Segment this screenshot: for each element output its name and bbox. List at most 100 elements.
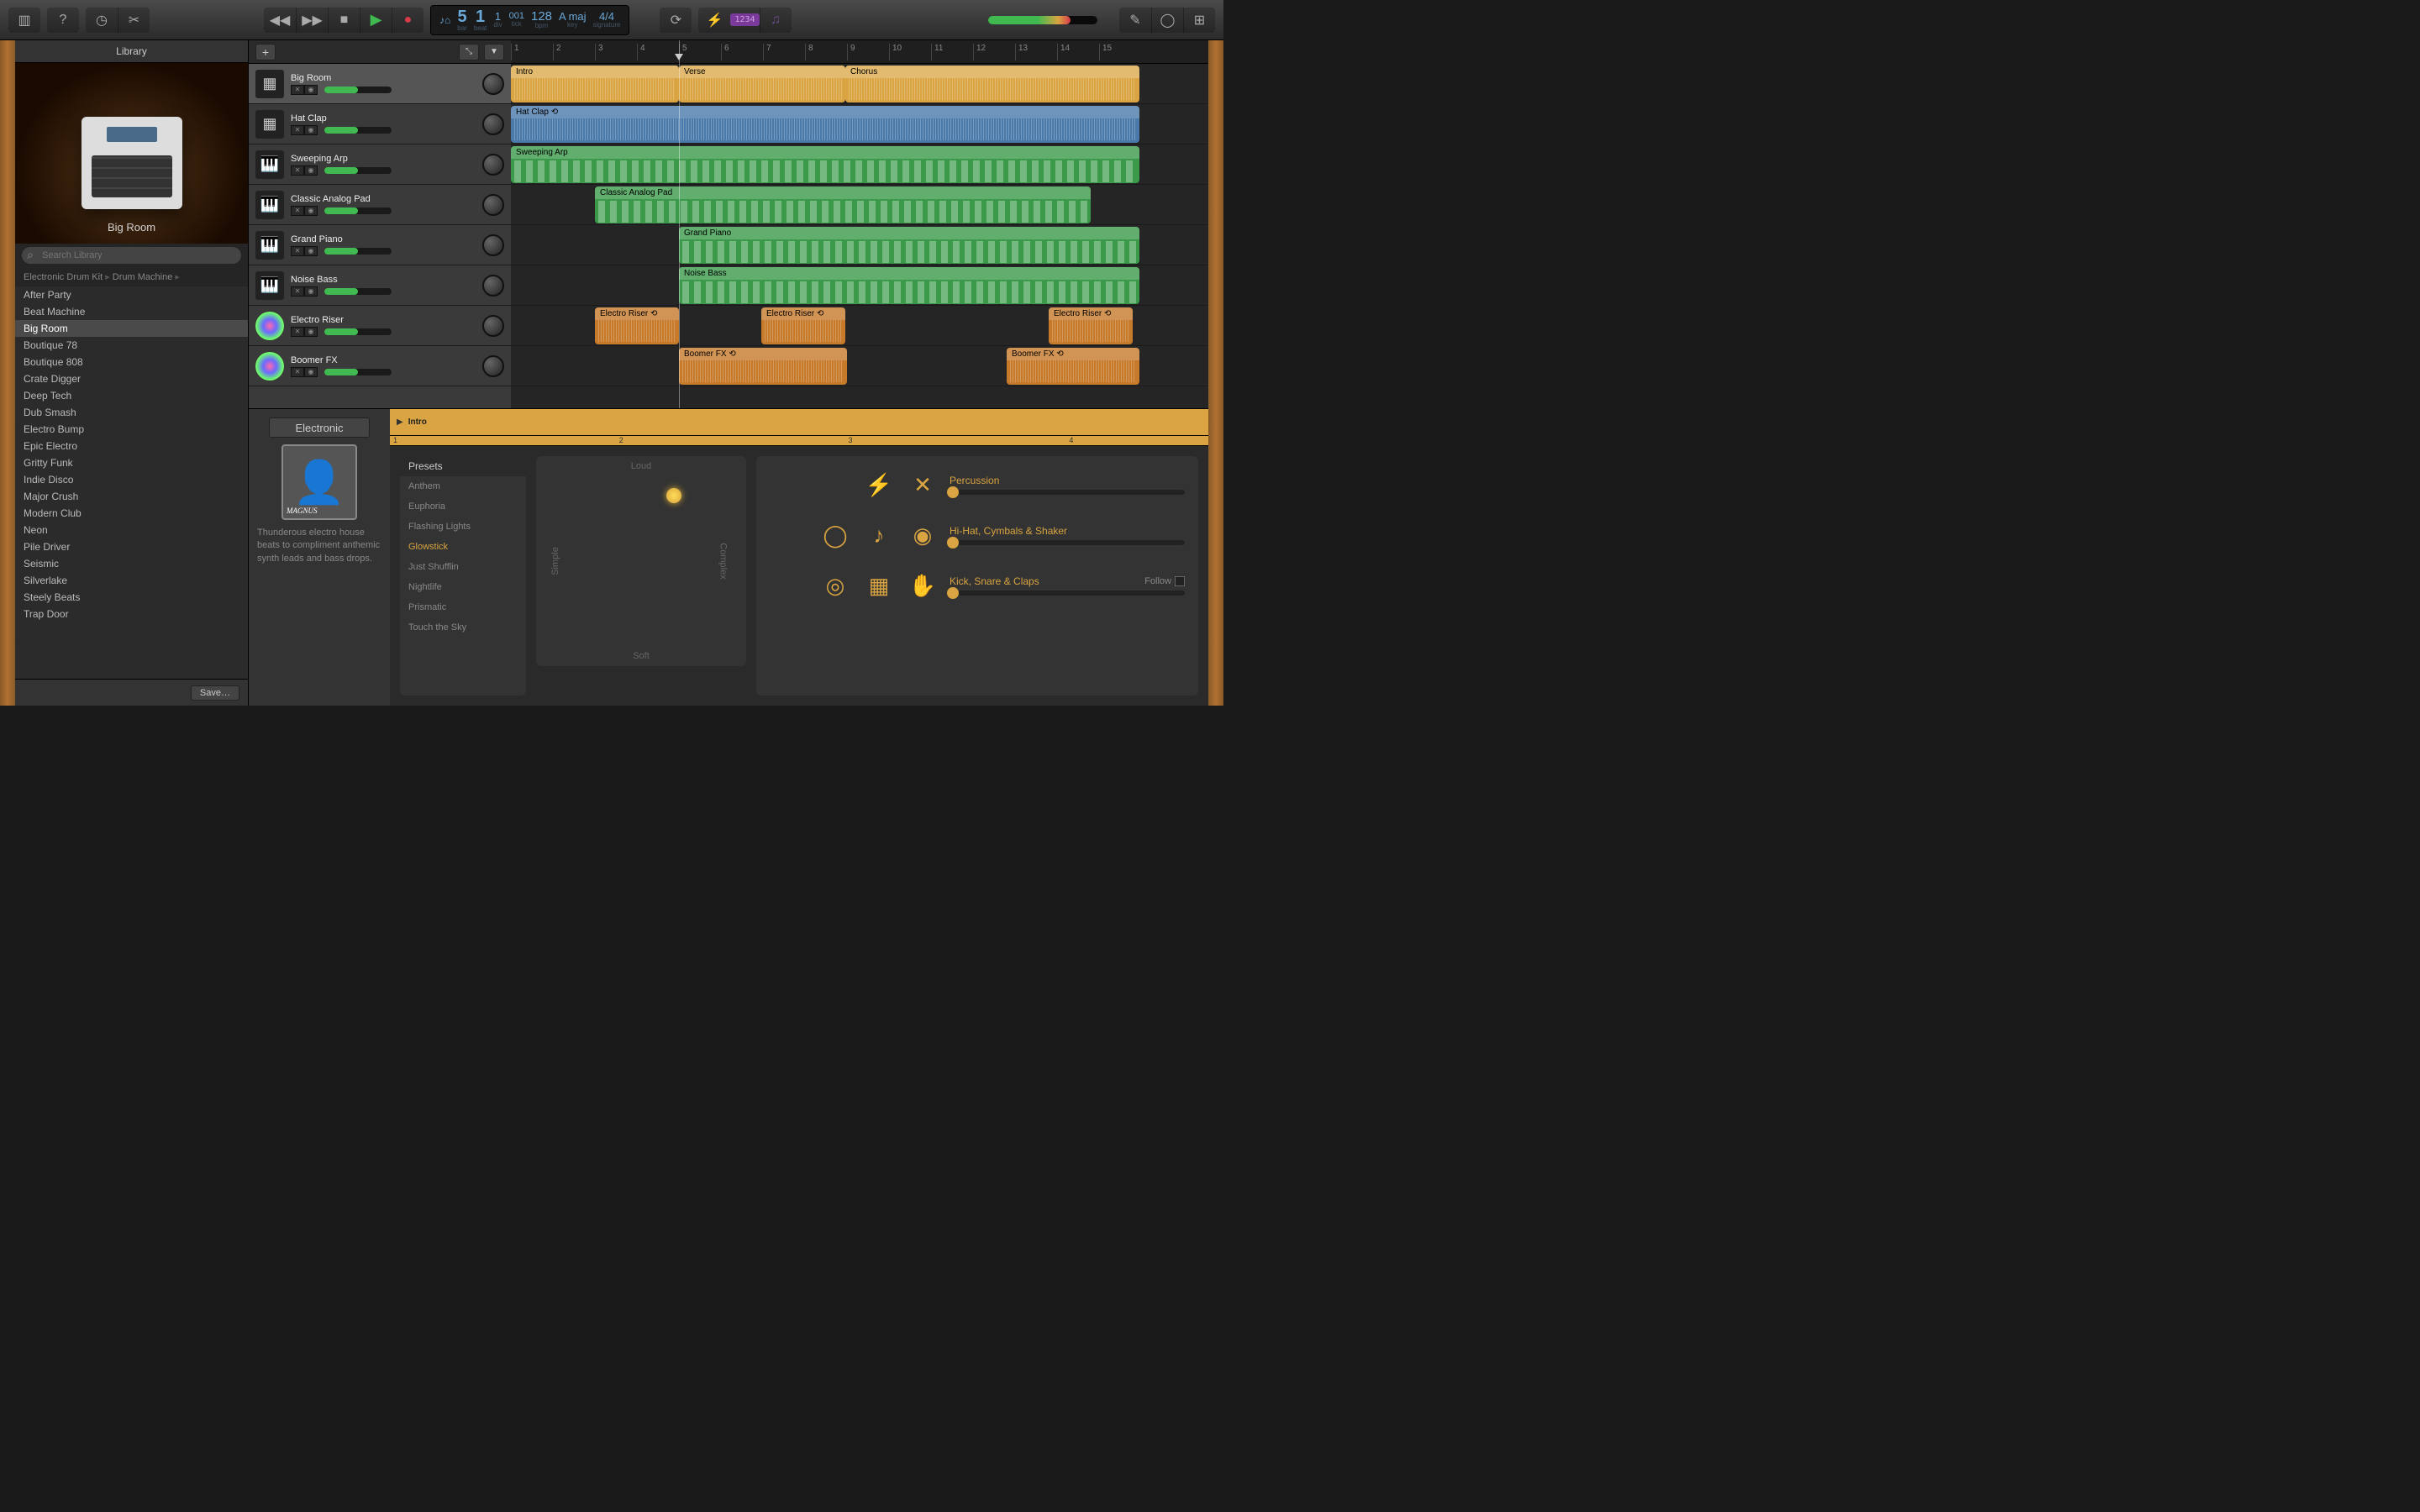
library-item[interactable]: Gritty Funk — [15, 454, 248, 471]
library-item[interactable]: Boutique 808 — [15, 354, 248, 370]
library-item[interactable]: Deep Tech — [15, 387, 248, 404]
mute-button[interactable]: ✕ — [291, 125, 304, 135]
cycle-icon[interactable]: ⟳ — [660, 8, 692, 33]
play-region-icon[interactable]: ▶ — [397, 417, 403, 427]
library-item[interactable]: Major Crush — [15, 488, 248, 505]
shaker-icon[interactable]: ♪ — [864, 520, 894, 550]
solo-button[interactable]: ◉ — [304, 367, 318, 377]
track-header[interactable]: 🎹Sweeping Arp✕◉ — [249, 144, 511, 185]
track-volume-slider[interactable] — [324, 87, 392, 93]
count-in-badge[interactable]: 1234 — [730, 13, 759, 26]
region[interactable]: Verse — [679, 66, 845, 102]
track-header[interactable]: 🎹Classic Analog Pad✕◉ — [249, 185, 511, 225]
mute-button[interactable]: ✕ — [291, 85, 304, 95]
region-row[interactable]: Electro Riser ⟲ Electro Riser ⟲ Electro Ri… — [511, 306, 1208, 346]
track-volume-slider[interactable] — [324, 369, 392, 375]
xy-handle[interactable] — [666, 488, 681, 503]
metronome2-icon[interactable]: ♫ — [760, 8, 792, 33]
region-row[interactable]: IntroVerseChorus — [511, 64, 1208, 104]
search-input[interactable] — [22, 247, 241, 264]
track-volume-slider[interactable] — [324, 288, 392, 295]
library-toggle-icon[interactable]: ▥ — [8, 8, 40, 33]
pan-knob[interactable] — [482, 154, 504, 176]
region-row[interactable]: Grand Piano — [511, 225, 1208, 265]
timeline-ruler[interactable]: 123456789101112131415 — [511, 40, 1208, 64]
master-volume[interactable] — [988, 16, 1097, 24]
region[interactable]: Noise Bass — [679, 267, 1139, 304]
preset-item[interactable]: Glowstick — [400, 537, 526, 557]
region[interactable]: Electro Riser ⟲ — [1049, 307, 1133, 344]
track-header[interactable]: ▦Big Room✕◉ — [249, 64, 511, 104]
stop-icon[interactable]: ■ — [328, 8, 360, 33]
library-item[interactable]: Trap Door — [15, 606, 248, 622]
solo-button[interactable]: ◉ — [304, 246, 318, 256]
library-item[interactable]: Dub Smash — [15, 404, 248, 421]
solo-button[interactable]: ◉ — [304, 327, 318, 337]
library-item[interactable]: Epic Electro — [15, 438, 248, 454]
track-volume-slider[interactable] — [324, 127, 392, 134]
rewind-icon[interactable]: ◀◀ — [264, 8, 296, 33]
mute-button[interactable]: ✕ — [291, 367, 304, 377]
snare-icon[interactable]: ▦ — [864, 570, 894, 601]
tambourine-icon[interactable]: ◯ — [820, 520, 850, 550]
tuner-icon[interactable]: ✂ — [118, 8, 150, 33]
region[interactable]: Boomer FX ⟲ — [679, 348, 847, 385]
region-row[interactable]: Sweeping Arp — [511, 144, 1208, 185]
library-item[interactable]: Electro Bump — [15, 421, 248, 438]
help-icon[interactable]: ? — [47, 8, 79, 33]
track-volume-slider[interactable] — [324, 167, 392, 174]
track-header[interactable]: ▦Hat Clap✕◉ — [249, 104, 511, 144]
preset-item[interactable]: Nightlife — [400, 577, 526, 597]
library-item[interactable]: Neon — [15, 522, 248, 538]
play-icon[interactable]: ▶ — [360, 8, 392, 33]
region[interactable]: Classic Analog Pad — [595, 186, 1091, 223]
solo-button[interactable]: ◉ — [304, 85, 318, 95]
mute-button[interactable]: ✕ — [291, 286, 304, 297]
region-row[interactable]: Boomer FX ⟲Boomer FX ⟲ — [511, 346, 1208, 386]
automation-icon[interactable]: ⤡ — [459, 44, 479, 60]
follow-toggle[interactable]: Follow — [1144, 576, 1185, 586]
preset-item[interactable]: Just Shufflin — [400, 557, 526, 577]
track-header[interactable]: 🎹Noise Bass✕◉ — [249, 265, 511, 306]
sticks-icon[interactable]: ✕ — [908, 470, 938, 500]
kit-complexity-slider[interactable] — [950, 591, 1185, 596]
library-item[interactable]: Modern Club — [15, 505, 248, 522]
region[interactable]: Hat Clap ⟲ — [511, 106, 1139, 143]
library-item[interactable]: After Party — [15, 286, 248, 303]
library-item[interactable]: Silverlake — [15, 572, 248, 589]
track-header[interactable]: Electro Riser✕◉ — [249, 306, 511, 346]
playhead[interactable] — [679, 40, 680, 408]
track-volume-slider[interactable] — [324, 328, 392, 335]
loop-browser-icon[interactable]: ◯ — [1151, 8, 1183, 33]
library-item[interactable]: Indie Disco — [15, 471, 248, 488]
filter-icon[interactable]: ▼ — [484, 44, 504, 60]
solo-button[interactable]: ◉ — [304, 286, 318, 297]
library-item[interactable]: Pile Driver — [15, 538, 248, 555]
preset-item[interactable]: Euphoria — [400, 496, 526, 517]
preset-item[interactable]: Prismatic — [400, 597, 526, 617]
solo-button[interactable]: ◉ — [304, 125, 318, 135]
solo-button[interactable]: ◉ — [304, 165, 318, 176]
library-item[interactable]: Crate Digger — [15, 370, 248, 387]
solo-button[interactable]: ◉ — [304, 206, 318, 216]
library-item[interactable]: Steely Beats — [15, 589, 248, 606]
region[interactable]: Electro Riser ⟲ — [761, 307, 845, 344]
mute-button[interactable]: ✕ — [291, 206, 304, 216]
pan-knob[interactable] — [482, 194, 504, 216]
mute-button[interactable]: ✕ — [291, 246, 304, 256]
drummer-region-header[interactable]: ▶ Intro — [390, 409, 1208, 436]
track-volume-slider[interactable] — [324, 248, 392, 255]
region-row[interactable]: Noise Bass — [511, 265, 1208, 306]
library-item[interactable]: Big Room — [15, 320, 248, 337]
preset-item[interactable]: Touch the Sky — [400, 617, 526, 638]
region[interactable]: Intro — [511, 66, 679, 102]
forward-icon[interactable]: ▶▶ — [296, 8, 328, 33]
pan-knob[interactable] — [482, 73, 504, 95]
region[interactable]: Sweeping Arp — [511, 146, 1139, 183]
region[interactable]: Electro Riser ⟲ — [595, 307, 679, 344]
clap-icon[interactable]: ✋ — [908, 570, 938, 601]
pan-knob[interactable] — [482, 355, 504, 377]
add-track-button[interactable]: + — [255, 44, 276, 60]
kit-complexity-slider[interactable] — [950, 490, 1185, 495]
timeline[interactable]: 123456789101112131415 IntroVerseChorusHa… — [511, 40, 1208, 408]
